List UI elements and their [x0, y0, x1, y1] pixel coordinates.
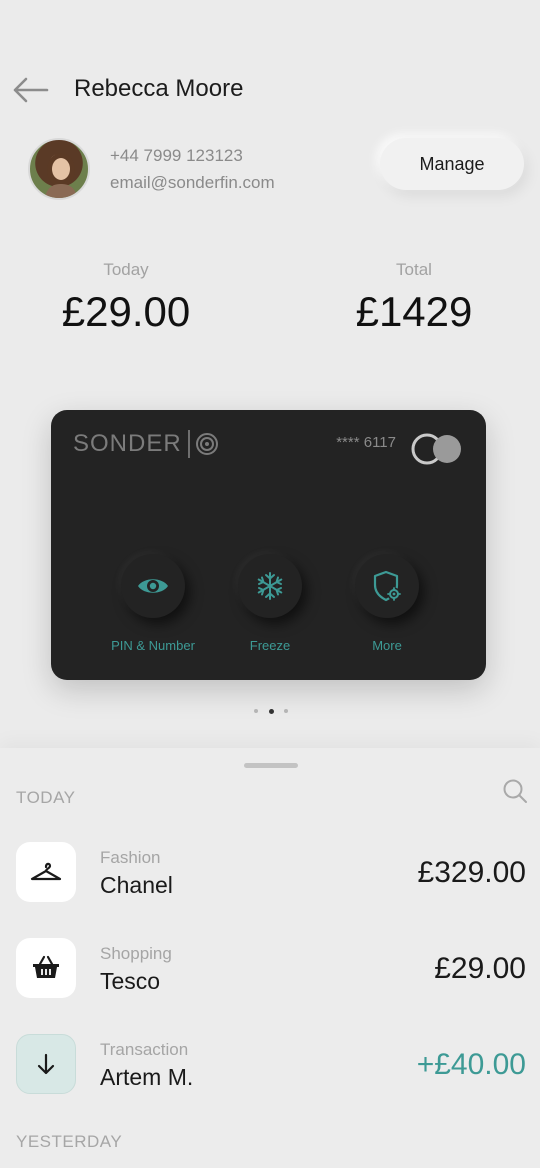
- transaction-name: Artem M.: [100, 1064, 194, 1090]
- transaction-icon-box: [16, 842, 76, 902]
- transaction-row[interactable]: Shopping Tesco £29.00: [0, 938, 540, 1002]
- transaction-category: Shopping: [100, 944, 172, 963]
- stat-total-label: Total: [396, 260, 432, 279]
- phone-number: +44 7999 123123: [110, 146, 243, 165]
- pin-number-action[interactable]: PIN & Number: [93, 554, 213, 653]
- eye-icon: [138, 579, 168, 593]
- profile-section: +44 7999 123123 email@sonderfin.com Mana…: [28, 138, 528, 200]
- stat-total-value: £1429: [355, 288, 473, 335]
- avatar: [28, 138, 90, 200]
- mastercard-logo-icon: [411, 433, 461, 465]
- payment-card[interactable]: SONDER **** 6117 PIN & Number Freeze Mor…: [51, 410, 486, 680]
- card-number: **** 6117: [336, 434, 396, 451]
- shield-gear-icon: [373, 570, 401, 602]
- section-yesterday: YESTERDAY: [16, 1132, 123, 1151]
- freeze-label: Freeze: [249, 638, 291, 653]
- transaction-row[interactable]: Fashion Chanel £329.00: [0, 842, 540, 906]
- transaction-icon-box: [16, 938, 76, 998]
- pager-dot-active[interactable]: [268, 708, 274, 714]
- search-button[interactable]: [498, 774, 532, 808]
- stats-summary: Today £29.00 Total £1429: [0, 260, 540, 350]
- transaction-amount: +£40.00: [416, 1048, 526, 1081]
- transaction-amount: £29.00: [434, 952, 526, 985]
- stat-total: Total £1429: [314, 260, 514, 336]
- stat-today-value: £29.00: [61, 288, 191, 335]
- card-pager[interactable]: [254, 707, 288, 715]
- brand-mark-icon: [195, 433, 218, 455]
- back-button[interactable]: [8, 70, 52, 110]
- transaction-category: Transaction: [100, 1040, 189, 1059]
- freeze-button[interactable]: [238, 554, 302, 618]
- more-label: More: [372, 638, 402, 653]
- pager-dot[interactable]: [284, 709, 288, 713]
- page-title: Rebecca Moore: [74, 75, 244, 102]
- card-brand-text: SONDER: [73, 430, 182, 457]
- snowflake-icon: [257, 572, 283, 600]
- stat-today-label: Today: [103, 260, 149, 279]
- hanger-icon: [30, 862, 62, 881]
- freeze-action[interactable]: Freeze: [210, 554, 330, 653]
- drag-handle[interactable]: [244, 763, 298, 768]
- stat-today: Today £29.00: [26, 260, 226, 336]
- arrow-down-icon: [37, 1053, 55, 1075]
- brand-divider: [187, 430, 190, 458]
- email-address: email@sonderfin.com: [110, 173, 275, 192]
- transactions-sheet: TODAY Fashion Chanel £329.00 Shopping Te…: [0, 748, 540, 1168]
- transaction-amount: £329.00: [417, 856, 526, 889]
- transaction-icon-box: [16, 1034, 76, 1094]
- header: Rebecca Moore: [0, 66, 540, 112]
- transaction-category: Fashion: [100, 848, 161, 867]
- pager-dot[interactable]: [254, 709, 258, 713]
- more-action[interactable]: More: [327, 554, 447, 653]
- back-arrow-icon: [13, 77, 49, 103]
- more-button[interactable]: [355, 554, 419, 618]
- transaction-row[interactable]: Transaction Artem M. +£40.00: [0, 1034, 540, 1098]
- section-today: TODAY: [16, 788, 76, 807]
- manage-button[interactable]: Manage: [380, 138, 524, 190]
- search-icon: [503, 779, 527, 803]
- transaction-name: Chanel: [100, 872, 173, 898]
- card-brand-logo: SONDER: [73, 430, 219, 458]
- pin-number-label: PIN & Number: [111, 638, 195, 653]
- pin-number-button[interactable]: [121, 554, 185, 618]
- basket-icon: [33, 955, 59, 978]
- transaction-name: Tesco: [100, 968, 161, 994]
- contact-info: +44 7999 123123 email@sonderfin.com: [110, 142, 275, 196]
